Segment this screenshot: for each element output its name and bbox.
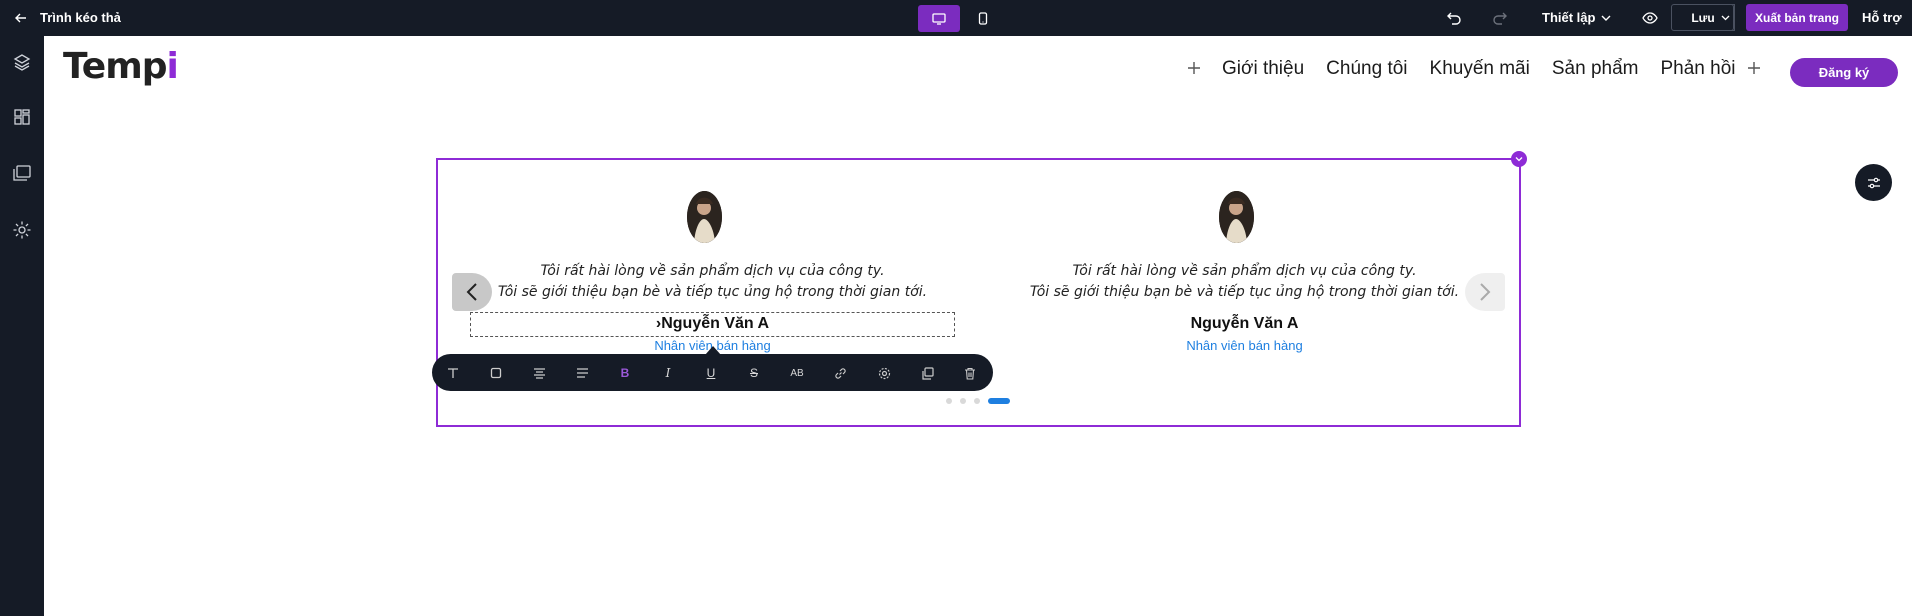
quote-line-1: Tôi rất hài lòng về sản phẩm dịch vụ của… bbox=[540, 263, 885, 279]
avatar bbox=[687, 191, 722, 243]
section-settings-button[interactable] bbox=[1855, 164, 1892, 201]
section-check-icon[interactable] bbox=[1511, 151, 1527, 167]
align-center-button[interactable] bbox=[529, 363, 549, 383]
carousel-dot-active[interactable] bbox=[988, 398, 1010, 404]
nav-item-chung-toi[interactable]: Chúng tôi bbox=[1326, 58, 1407, 80]
testimonial-name[interactable]: Nguyễn Văn A bbox=[1002, 315, 1487, 333]
align-center-icon bbox=[533, 368, 545, 379]
layers-icon[interactable] bbox=[11, 51, 33, 73]
carousel-dot[interactable] bbox=[974, 398, 980, 404]
top-bar: Trình kéo thả Thiết lập Lưu Xuất bản tra… bbox=[0, 0, 1912, 36]
bold-button[interactable]: B bbox=[615, 363, 635, 383]
redo-icon[interactable] bbox=[1491, 9, 1509, 27]
chevron-down-icon bbox=[1721, 15, 1730, 20]
gear-icon bbox=[878, 367, 890, 379]
text-format-toolbar: B I U S AB bbox=[432, 354, 993, 391]
copy-icon bbox=[921, 366, 934, 380]
link-button[interactable] bbox=[830, 363, 850, 383]
setup-dropdown[interactable]: Thiết lập bbox=[1542, 10, 1611, 25]
carousel-next-button[interactable] bbox=[1465, 273, 1505, 311]
chevron-left-icon bbox=[466, 283, 477, 301]
save-options-dropdown[interactable] bbox=[1718, 4, 1734, 31]
text-icon bbox=[448, 368, 458, 378]
pages-icon[interactable] bbox=[11, 162, 33, 184]
testimonial-quote: Tôi rất hài lòng về sản phẩm dịch vụ của… bbox=[1002, 261, 1487, 303]
box-style-button[interactable] bbox=[486, 363, 506, 383]
desktop-view-button[interactable] bbox=[918, 5, 960, 32]
quote-line-2: Tôi sẽ giới thiệu bạn bè và tiếp tục ủng… bbox=[1029, 284, 1460, 300]
signup-button[interactable]: Đăng ký bbox=[1790, 58, 1898, 87]
carousel-dot[interactable] bbox=[960, 398, 966, 404]
add-menu-item-left-icon[interactable] bbox=[1186, 60, 1202, 76]
align-left-icon bbox=[576, 368, 588, 378]
text-case-button[interactable]: AB bbox=[787, 363, 807, 383]
undo-icon[interactable] bbox=[1445, 9, 1463, 27]
element-settings-button[interactable] bbox=[874, 363, 894, 383]
help-link[interactable]: Hỗ trợ bbox=[1862, 10, 1902, 25]
testimonial-quote: Tôi rất hài lòng về sản phẩm dịch vụ của… bbox=[470, 261, 955, 303]
square-icon bbox=[490, 367, 502, 379]
back-arrow-icon[interactable] bbox=[12, 9, 30, 27]
components-icon[interactable] bbox=[11, 106, 33, 128]
site-logo[interactable]: Tempi bbox=[63, 46, 179, 87]
link-icon bbox=[834, 367, 846, 379]
mobile-view-button[interactable] bbox=[962, 5, 1004, 32]
setup-label: Thiết lập bbox=[1542, 10, 1596, 25]
settings-gear-icon[interactable] bbox=[11, 219, 33, 241]
carousel-pagination bbox=[946, 398, 1010, 404]
testimonial-name[interactable]: ›Nguyễn Văn A bbox=[470, 315, 955, 333]
avatar bbox=[1219, 191, 1254, 243]
desktop-icon bbox=[932, 12, 946, 25]
carousel-prev-button[interactable] bbox=[452, 273, 492, 311]
nav-item-gioi-thieu[interactable]: Giới thiệu bbox=[1222, 58, 1304, 80]
quote-line-2: Tôi sẽ giới thiệu bạn bè và tiếp tục ủng… bbox=[497, 284, 928, 300]
chevron-right-icon bbox=[1480, 283, 1491, 301]
app-title: Trình kéo thả bbox=[40, 10, 121, 25]
nav-item-san-pham[interactable]: Sản phẩm bbox=[1552, 58, 1639, 80]
line-height-button[interactable] bbox=[572, 363, 592, 383]
publish-button[interactable]: Xuất bản trang bbox=[1746, 4, 1848, 31]
nav-item-phan-hoi[interactable]: Phản hồi bbox=[1660, 58, 1735, 80]
italic-button[interactable]: I bbox=[658, 363, 678, 383]
logo-text: Temp bbox=[63, 46, 167, 87]
logo-accent: i bbox=[166, 46, 178, 87]
delete-button[interactable] bbox=[960, 363, 980, 383]
preview-eye-icon[interactable] bbox=[1641, 9, 1659, 27]
chevron-down-icon bbox=[1601, 15, 1611, 21]
strikethrough-button[interactable]: S bbox=[744, 363, 764, 383]
trash-icon bbox=[965, 367, 975, 380]
mobile-icon bbox=[978, 12, 988, 25]
testimonial-role: Nhân viên bán hàng bbox=[1186, 338, 1303, 353]
duplicate-button[interactable] bbox=[917, 363, 937, 383]
nav-item-khuyen-mai[interactable]: Khuyến mãi bbox=[1430, 58, 1530, 80]
left-sidebar bbox=[0, 36, 44, 616]
site-nav: Giới thiệu Chúng tôi Khuyến mãi Sản phẩm… bbox=[1222, 58, 1736, 80]
carousel-dot[interactable] bbox=[946, 398, 952, 404]
quote-line-1: Tôi rất hài lòng về sản phẩm dịch vụ của… bbox=[1072, 263, 1417, 279]
sliders-icon bbox=[1867, 177, 1880, 188]
add-menu-item-right-icon[interactable] bbox=[1746, 60, 1762, 76]
underline-button[interactable]: U bbox=[701, 363, 721, 383]
text-type-button[interactable] bbox=[443, 363, 463, 383]
